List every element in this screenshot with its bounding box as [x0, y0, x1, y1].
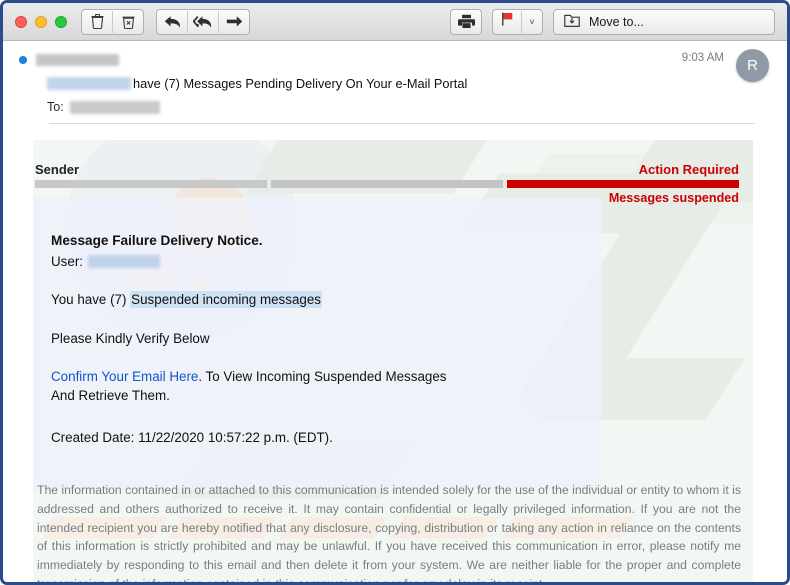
suspended-count-prefix: You have (7) [51, 292, 131, 308]
user-row: User: [51, 252, 753, 271]
created-date: Created Date: 11/22/2020 10:57:22 p.m. (… [51, 429, 333, 445]
message-recipient-row: To: [19, 100, 771, 114]
move-to-folder-icon [564, 13, 580, 31]
delete-junk-button-group [81, 8, 144, 35]
banner-action-required-label: Action Required [638, 162, 739, 177]
suspended-count-line: You have (7) Suspended incoming messages [51, 290, 753, 309]
confirm-link-paragraph: Confirm Your Email Here. To View Incomin… [51, 367, 753, 406]
unread-indicator-dot[interactable] [19, 56, 27, 64]
junk-button[interactable] [113, 11, 143, 33]
window-traffic-lights [15, 15, 67, 28]
toolbar: ˅ Move to... [3, 3, 787, 41]
subject-prefix-redacted [47, 77, 131, 90]
banner-messages-suspended-label: Messages suspended [608, 191, 739, 205]
message-sender-row [19, 51, 771, 69]
toolbar-right-group: ˅ Move to... [450, 8, 779, 35]
flag-button-group: ˅ [492, 8, 543, 35]
junk-bin-icon [121, 14, 135, 29]
email-body: Sender Action Required Messages suspende… [33, 140, 753, 585]
progress-segment-1 [35, 180, 267, 188]
confirm-link-suffix-2: And Retrieve Them. [51, 388, 170, 404]
banner-labels: Sender Action Required [33, 162, 753, 177]
minimize-window-button[interactable] [35, 15, 47, 28]
maximize-window-button[interactable] [55, 15, 67, 28]
print-button[interactable] [451, 11, 481, 33]
email-body-text: Message Failure Delivery Notice. User: Y… [33, 205, 753, 447]
message-subject-row: have (7) Messages Pending Delivery On Yo… [19, 76, 771, 91]
print-button-group [450, 8, 482, 35]
message-header: 9:03 AM R have (7) Messages Pending Deli… [3, 41, 787, 132]
to-label: To: [47, 100, 64, 114]
banner-sender-label: Sender [35, 162, 80, 177]
flag-dropdown-button[interactable]: ˅ [521, 10, 542, 33]
verify-instruction-line: Please Kindly Verify Below [51, 330, 210, 346]
suspended-count-highlight: Suspended incoming messages [130, 291, 322, 309]
progress-bar-track [33, 180, 753, 188]
legal-disclaimer: The information contained in or attached… [37, 483, 741, 585]
message-subject: have (7) Messages Pending Delivery On Yo… [133, 76, 468, 91]
move-to-label: Move to... [589, 14, 644, 29]
message-time: 9:03 AM [681, 52, 724, 64]
flag-icon [501, 12, 514, 31]
notice-title: Message Failure Delivery Notice. [51, 233, 263, 248]
flag-button[interactable] [493, 11, 521, 33]
user-value-redacted [88, 254, 160, 268]
reply-button[interactable] [157, 10, 188, 33]
forward-button[interactable] [219, 11, 249, 33]
trash-icon [90, 14, 104, 29]
progress-segment-2 [271, 180, 503, 188]
header-divider [49, 123, 755, 124]
confirm-link-suffix-1: . To View Incoming Suspended Messages [198, 369, 447, 385]
mail-window: ˅ Move to... 9:03 AM R have (7) Messages… [0, 0, 790, 585]
user-label: User: [51, 253, 83, 269]
sender-name-redacted [36, 54, 119, 66]
reply-forward-button-group [156, 8, 250, 35]
status-banner: Sender Action Required Messages suspende… [33, 140, 753, 205]
delete-button[interactable] [82, 10, 113, 33]
reply-arrow-icon [164, 15, 181, 29]
recipient-redacted [69, 100, 160, 114]
reply-all-arrow-icon [193, 15, 213, 29]
progress-segment-3 [507, 180, 739, 188]
reply-all-button[interactable] [188, 10, 219, 33]
avatar[interactable]: R [736, 49, 769, 82]
chevron-down-icon: ˅ [529, 16, 535, 27]
close-window-button[interactable] [15, 15, 27, 28]
confirm-email-link[interactable]: Confirm Your Email Here [51, 369, 198, 384]
forward-arrow-icon [226, 15, 243, 28]
printer-icon [457, 14, 475, 29]
move-to-button[interactable]: Move to... [553, 8, 775, 35]
